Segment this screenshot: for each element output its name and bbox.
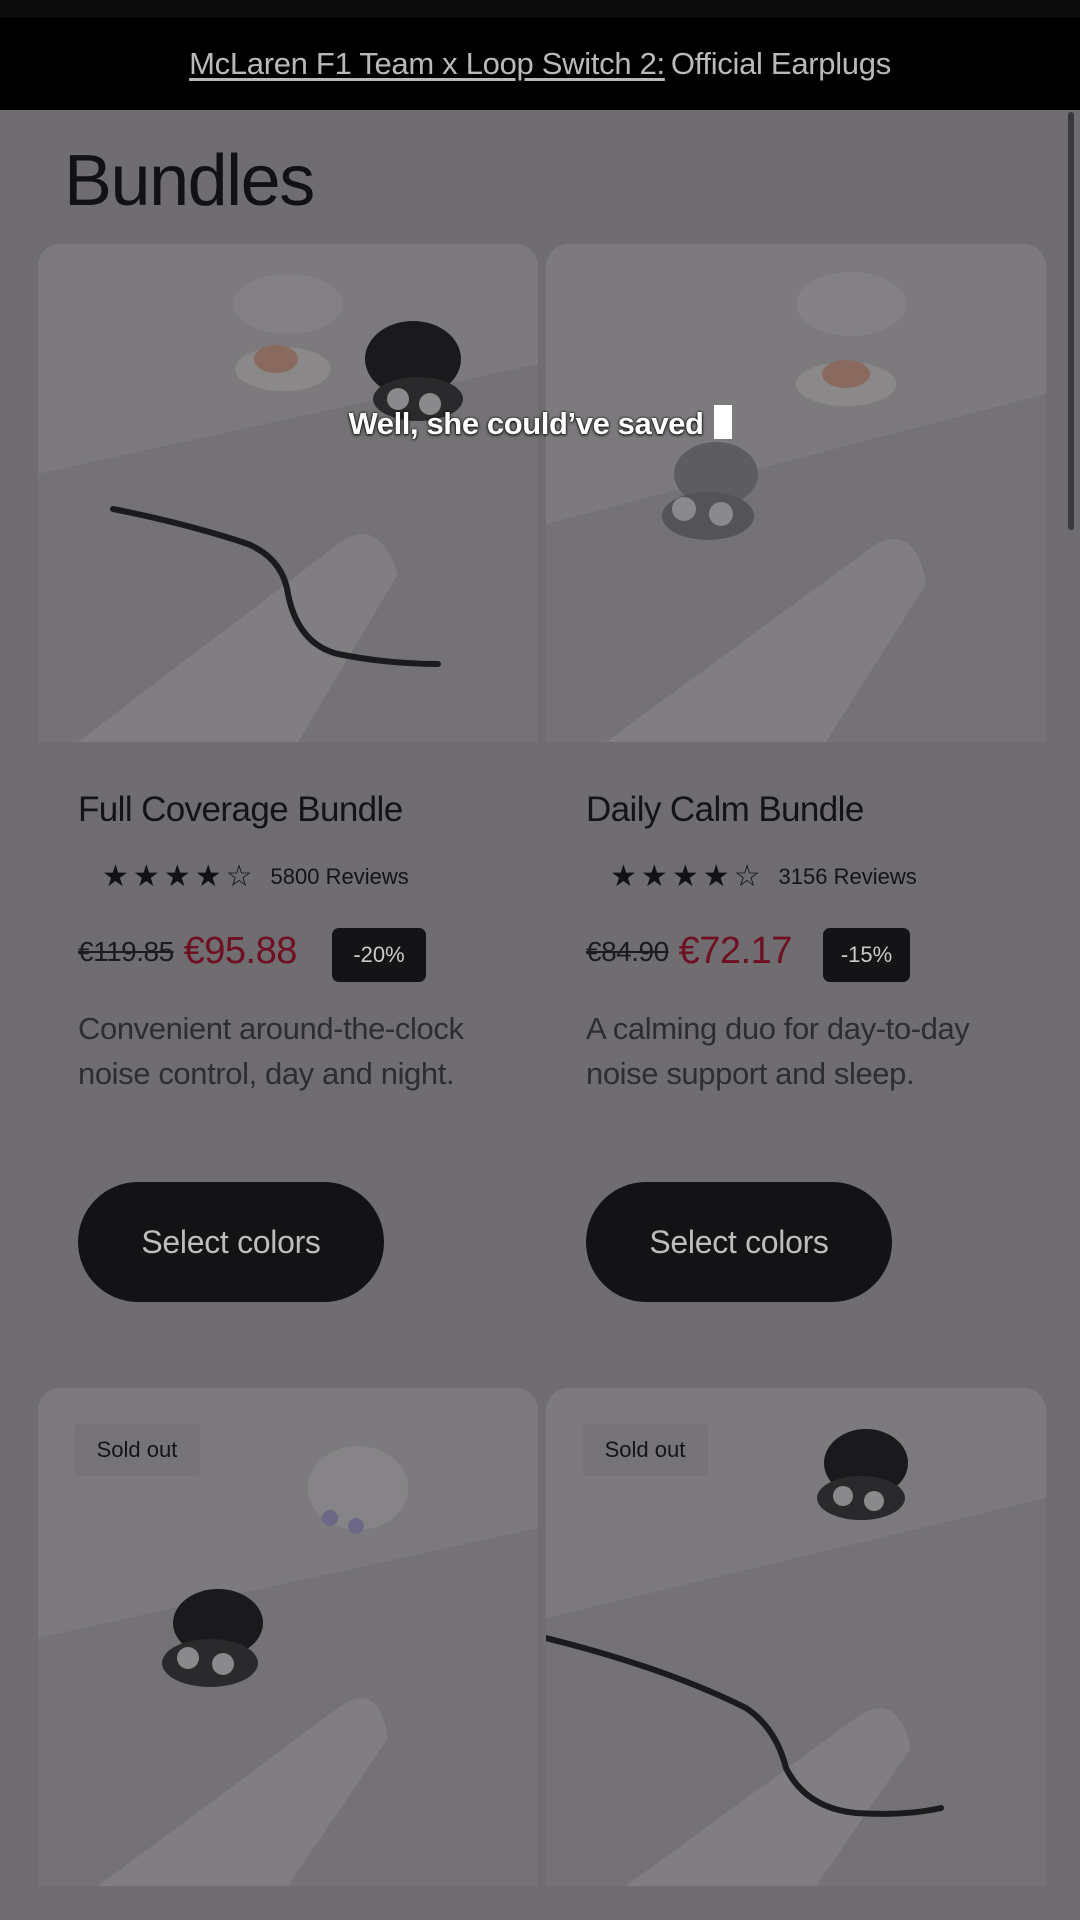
discount-badge: -15% [823,928,910,982]
sold-out-badge: Sold out [74,1424,200,1476]
page-title: Bundles [64,141,315,221]
sale-price: €72.17 [678,930,793,972]
product-image-daily-calm[interactable] [546,244,1046,742]
old-price: €84.90 [586,935,669,967]
star-rating: ★ ★ ★ ★ ☆ [102,862,253,892]
promo-banner[interactable]: McLaren F1 Team x Loop Switch 2: Officia… [0,18,1080,110]
star-icon: ★ [702,860,730,893]
star-icon: ★ [163,860,191,893]
product-photo [38,244,538,742]
star-rating: ★ ★ ★ ★ ☆ [610,862,761,892]
star-icon: ★ [610,860,637,893]
product-title[interactable]: Daily Calm Bundle [586,790,864,830]
star-icon: ★ [194,860,222,893]
price-row: €119.85 €95.88 [78,930,297,973]
star-icon: ★ [671,860,699,893]
promo-banner-link[interactable]: McLaren F1 Team x Loop Switch 2: [189,46,665,82]
product-description: Convenient around-the-clock noise contro… [78,1011,464,1091]
product-photo [546,244,1046,742]
product-rating[interactable]: ★ ★ ★ ★ ☆ 5800 Reviews [102,862,409,892]
star-icon: ★ [132,860,160,893]
product-description: A calming duo for day-to-day noise suppo… [586,1011,970,1091]
sale-price: €95.88 [183,930,298,972]
product-title[interactable]: Full Coverage Bundle [78,790,403,830]
scrollbar[interactable] [1068,112,1074,530]
half-star-icon: ☆ [733,860,761,893]
promo-banner-text: Official Earplugs [670,46,891,81]
star-icon: ★ [640,860,668,893]
caption-cursor [713,405,732,439]
price-row: €84.90 €72.17 [586,930,792,973]
product-image-full-coverage[interactable] [38,244,538,742]
old-price: €119.85 [78,935,174,967]
review-count[interactable]: 3156 Reviews [779,864,917,890]
select-colors-button[interactable]: Select colors [78,1182,384,1302]
product-rating[interactable]: ★ ★ ★ ★ ☆ 3156 Reviews [610,862,917,892]
half-star-icon: ☆ [225,860,253,893]
discount-badge: -20% [332,928,426,982]
review-count[interactable]: 5800 Reviews [271,864,409,890]
sold-out-badge: Sold out [582,1424,708,1476]
video-caption: Well, she could’ve saved [0,405,1080,442]
star-icon: ★ [102,860,129,893]
select-colors-button[interactable]: Select colors [586,1182,892,1302]
status-bar [0,0,1080,18]
